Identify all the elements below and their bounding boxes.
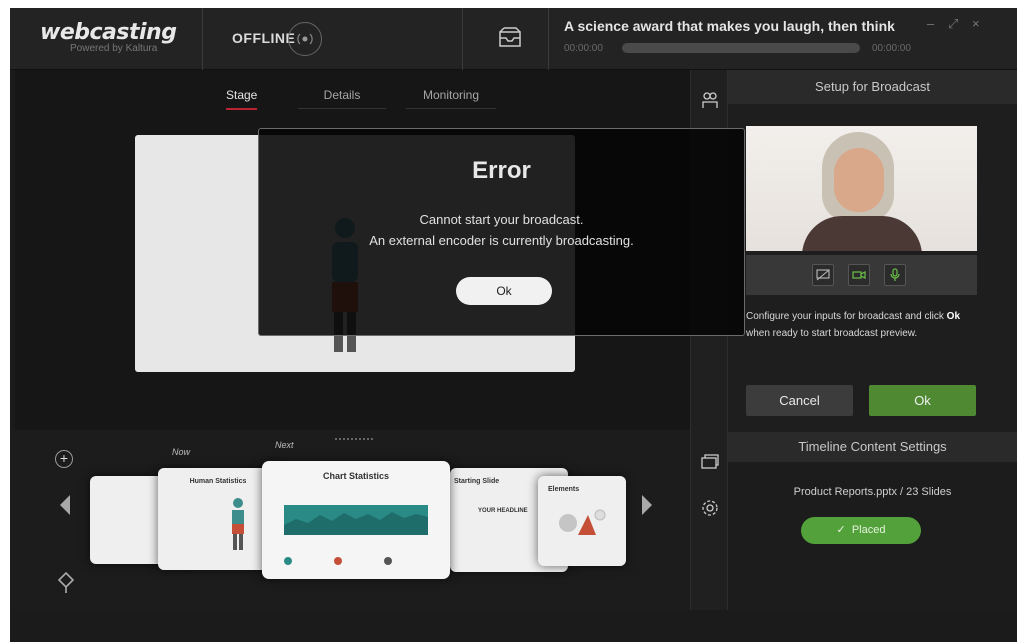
setup-text-after: when ready to start broadcast preview. bbox=[746, 328, 918, 339]
close-icon[interactable]: × bbox=[972, 16, 980, 31]
stage-tabs: Stage Details Monitoring bbox=[15, 88, 690, 112]
camera-preview bbox=[746, 126, 977, 251]
event-progress-bar bbox=[622, 43, 860, 53]
ok-button[interactable]: Ok bbox=[869, 385, 976, 416]
legend-dot bbox=[334, 557, 342, 565]
next-slide-arrow-icon[interactable] bbox=[642, 495, 652, 515]
header-divider bbox=[202, 8, 203, 70]
slide-thumbnail[interactable]: Human Statistics bbox=[158, 468, 278, 570]
timeline-settings-header: Timeline Content Settings bbox=[728, 432, 1017, 462]
slide-thumbnail-title: Elements bbox=[548, 486, 580, 493]
slides-icon[interactable] bbox=[700, 452, 720, 472]
setup-instructions: Configure your inputs for broadcast and … bbox=[746, 308, 982, 342]
next-label: Next bbox=[275, 440, 294, 450]
now-label: Now bbox=[172, 447, 191, 457]
slide-thumbnail-title: Human Statistics bbox=[189, 478, 247, 485]
check-icon: ✓ bbox=[836, 524, 852, 536]
dialog-message-line2: An external encoder is currently broadca… bbox=[369, 233, 634, 248]
preview-face bbox=[834, 148, 884, 212]
slide-thumbnail-title: Chart Statistics bbox=[322, 471, 390, 481]
maximize-icon[interactable]: ⤢ bbox=[948, 16, 958, 32]
slide-headline: YOUR HEADLINE bbox=[478, 508, 528, 514]
slide-thumbnail-graphic bbox=[232, 498, 244, 550]
legend-dot bbox=[284, 557, 292, 565]
event-title: A science award that makes you laugh, th… bbox=[564, 18, 895, 34]
settings-gear-icon[interactable] bbox=[700, 498, 720, 518]
broadcast-status: OFFLINE bbox=[232, 30, 296, 46]
tab-details[interactable]: Details bbox=[298, 88, 386, 109]
timeline-drag-handle[interactable] bbox=[335, 438, 373, 442]
inbox-tray-icon[interactable] bbox=[498, 26, 522, 48]
cancel-button[interactable]: Cancel bbox=[746, 385, 853, 416]
timeline-settings-panel: Timeline Content Settings Product Report… bbox=[728, 432, 1017, 610]
slide-thumbnail-next[interactable]: Chart Statistics bbox=[262, 461, 450, 579]
brand-name: webcasting bbox=[40, 20, 177, 45]
previous-slide-arrow-icon[interactable] bbox=[60, 495, 70, 515]
input-controls bbox=[746, 255, 977, 295]
setup-panel: Setup for Broadcast Configure your input… bbox=[728, 70, 1017, 432]
placed-label: Placed bbox=[851, 524, 886, 536]
add-slide-button[interactable]: + bbox=[55, 450, 73, 468]
header-divider bbox=[548, 8, 549, 70]
screen-share-icon[interactable] bbox=[812, 264, 834, 286]
tab-stage[interactable]: Stage bbox=[226, 88, 258, 110]
logo: webcasting Powered by Kaltura bbox=[40, 20, 177, 54]
microphone-icon[interactable] bbox=[884, 264, 906, 286]
participants-icon[interactable] bbox=[700, 90, 720, 110]
header-bar: webcasting Powered by Kaltura OFFLINE A … bbox=[10, 8, 1017, 70]
tab-monitoring[interactable]: Monitoring bbox=[406, 88, 496, 109]
location-pin-icon[interactable] bbox=[57, 571, 75, 594]
broadcast-icon[interactable] bbox=[288, 22, 322, 56]
minimize-icon[interactable]: – bbox=[927, 16, 934, 31]
slide-timeline: + Now Next List Human Statistics Startin… bbox=[10, 430, 690, 610]
setup-header: Setup for Broadcast bbox=[728, 70, 1017, 104]
camera-icon[interactable] bbox=[848, 264, 870, 286]
slide-thumbnail[interactable]: Elements bbox=[538, 476, 626, 566]
legend-dot bbox=[384, 557, 392, 565]
time-elapsed: 00:00:00 bbox=[564, 43, 603, 54]
setup-text-before: Configure your inputs for broadcast and … bbox=[746, 311, 947, 322]
presentation-file-info: Product Reports.pptx / 23 Slides bbox=[793, 486, 952, 498]
dialog-title: Error bbox=[472, 157, 531, 184]
setup-text-bold: Ok bbox=[946, 311, 961, 322]
placed-button[interactable]: ✓ Placed bbox=[801, 517, 921, 544]
error-dialog: Error Cannot start your broadcast. An ex… bbox=[258, 128, 745, 336]
preview-body bbox=[802, 216, 922, 251]
dialog-message-line1: Cannot start your broadcast. bbox=[419, 212, 584, 227]
header-divider bbox=[462, 8, 463, 70]
dialog-ok-button[interactable]: Ok bbox=[456, 277, 552, 305]
time-total: 00:00:00 bbox=[872, 43, 911, 54]
slide-chart-graphic bbox=[284, 505, 428, 535]
slide-thumbnail-graphic bbox=[559, 509, 606, 535]
